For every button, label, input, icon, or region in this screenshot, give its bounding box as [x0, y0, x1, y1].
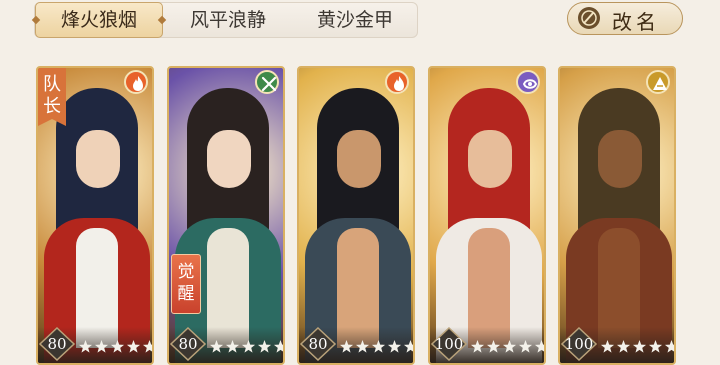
star-icon	[273, 339, 283, 353]
hero-card[interactable]: 100	[428, 66, 546, 365]
fire-icon	[385, 70, 409, 94]
star-icon	[387, 339, 402, 353]
star-rating	[470, 339, 544, 355]
star-icon	[502, 339, 517, 353]
level-badge: 100	[431, 327, 467, 361]
hero-card[interactable]: 队长 80	[36, 66, 154, 365]
star-icon	[209, 339, 224, 353]
star-icon	[616, 339, 631, 353]
hero-face	[468, 130, 512, 188]
star-icon	[355, 339, 370, 353]
level-value: 80	[47, 335, 67, 353]
star-icon	[664, 339, 674, 353]
hero-card[interactable]: 觉醒 80	[167, 66, 285, 365]
star-icon	[648, 339, 663, 353]
hero-card[interactable]: 80	[297, 66, 415, 365]
brush-icon	[578, 7, 600, 29]
star-icon	[470, 339, 485, 353]
star-icon	[78, 339, 93, 353]
star-icon	[94, 339, 109, 353]
hero-face	[207, 130, 251, 188]
level-badge: 80	[39, 327, 75, 361]
star-icon	[371, 339, 386, 353]
fire-icon	[124, 70, 148, 94]
star-icon	[257, 339, 272, 353]
star-icon	[225, 339, 240, 353]
star-rating	[209, 339, 283, 355]
hero-face	[76, 130, 120, 188]
rename-button[interactable]: 改名	[567, 2, 683, 35]
star-icon	[600, 339, 615, 353]
water-icon	[516, 70, 540, 94]
hero-face	[598, 130, 642, 188]
tab-team-3[interactable]: 黄沙金甲	[297, 3, 413, 37]
tab-team-2[interactable]: 风平浪静	[170, 3, 286, 37]
captain-badge-text: 队长	[43, 74, 61, 117]
level-value: 80	[308, 335, 328, 353]
star-icon	[518, 339, 533, 353]
level-value: 100	[564, 335, 594, 353]
star-rating	[600, 339, 674, 355]
star-icon	[339, 339, 354, 353]
hero-face	[337, 130, 381, 188]
star-icon	[126, 339, 141, 353]
star-rating	[78, 339, 152, 355]
level-badge: 80	[170, 327, 206, 361]
team-tabs: 烽火狼烟 风平浪静 黄沙金甲	[34, 2, 418, 38]
star-icon	[110, 339, 125, 353]
captain-badge: 队长	[38, 68, 66, 126]
hero-card[interactable]: 100	[558, 66, 676, 365]
awakened-badge-text: 觉醒	[177, 262, 195, 304]
star-icon	[486, 339, 501, 353]
level-badge: 80	[300, 327, 336, 361]
wind-icon	[255, 70, 279, 94]
earth-icon	[646, 70, 670, 94]
star-icon	[241, 339, 256, 353]
star-rating	[339, 339, 413, 355]
tab-team-1[interactable]: 烽火狼烟	[35, 2, 163, 38]
rename-label: 改名	[612, 10, 660, 34]
awakened-badge: 觉醒	[171, 254, 201, 314]
star-icon	[403, 339, 413, 353]
level-value: 80	[178, 335, 198, 353]
star-icon	[632, 339, 647, 353]
level-badge: 100	[561, 327, 597, 361]
star-icon	[534, 339, 544, 353]
level-value: 100	[434, 335, 464, 353]
star-icon	[142, 339, 152, 353]
